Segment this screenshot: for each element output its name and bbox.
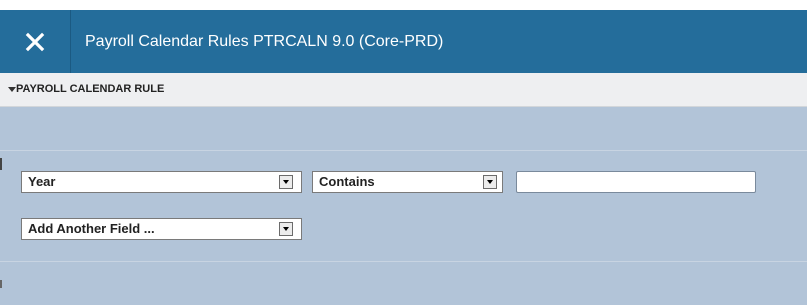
dropdown-arrow-icon[interactable] [279, 222, 293, 236]
add-field-select-value: Add Another Field ... [28, 221, 155, 236]
close-button[interactable] [0, 10, 71, 73]
page-header: Payroll Calendar Rules PTRCALN 9.0 (Core… [0, 10, 807, 73]
field-select-value: Year [28, 174, 56, 189]
section-title: PAYROLL CALENDAR RULE [16, 83, 165, 95]
operator-select[interactable]: Contains [312, 171, 503, 193]
page-title: Payroll Calendar Rules PTRCALN 9.0 (Core… [85, 33, 444, 50]
operator-select-value: Contains [319, 174, 375, 189]
edge-mark [0, 280, 2, 288]
divider [0, 261, 807, 262]
edge-mark [0, 158, 2, 170]
caret-down-icon[interactable] [8, 87, 16, 92]
field-select[interactable]: Year [21, 171, 302, 193]
top-strip [0, 0, 807, 10]
section-header[interactable]: PAYROLL CALENDAR RULE [0, 73, 807, 107]
filter-panel [0, 107, 807, 305]
close-icon [25, 32, 45, 51]
add-field-select[interactable]: Add Another Field ... [21, 218, 302, 240]
dropdown-arrow-icon[interactable] [483, 175, 497, 189]
divider [0, 150, 807, 151]
filter-value-input[interactable] [516, 171, 756, 193]
dropdown-arrow-icon[interactable] [279, 175, 293, 189]
